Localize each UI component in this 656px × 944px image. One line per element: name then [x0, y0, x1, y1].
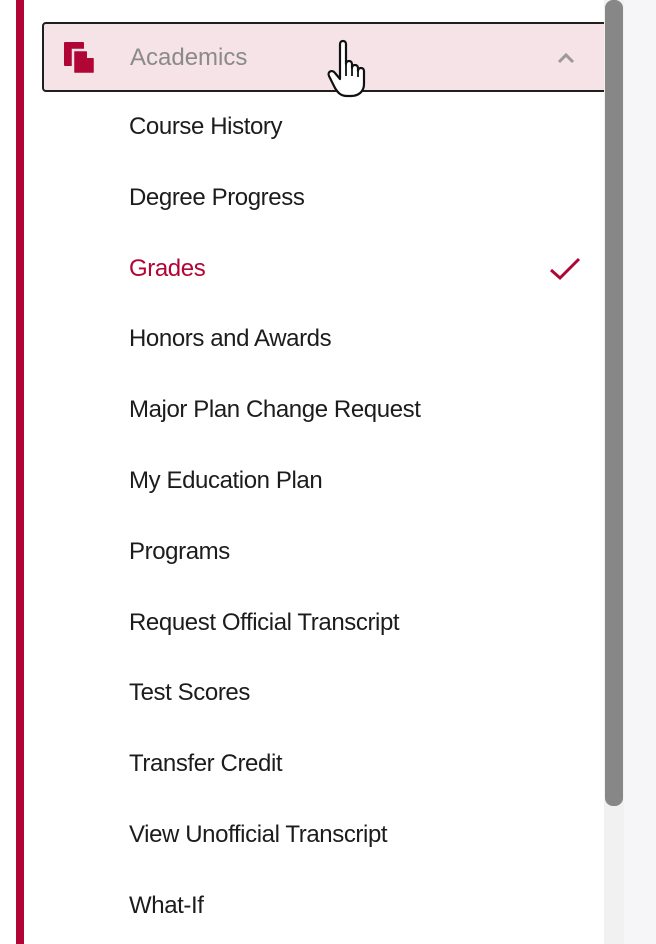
- documents-icon: [64, 42, 97, 76]
- menu-item-label: Transfer Credit: [129, 750, 283, 778]
- menu-item-honors-and-awards[interactable]: Honors and Awards: [40, 304, 600, 375]
- menu-item-label: Degree Progress: [129, 183, 305, 211]
- menu-item-programs[interactable]: Programs: [40, 517, 600, 588]
- menu-item-transfer-credit[interactable]: Transfer Credit: [40, 729, 600, 800]
- scrollbar-thumb[interactable]: [605, 0, 623, 806]
- menu-item-course-history[interactable]: Course History: [40, 92, 600, 163]
- menu-item-label: Honors and Awards: [129, 325, 332, 353]
- checkmark-icon: [550, 257, 581, 280]
- menu-item-test-scores[interactable]: Test Scores: [40, 658, 600, 729]
- menu-item-request-official-transcript[interactable]: Request Official Transcript: [40, 588, 600, 659]
- menu-item-label: Major Plan Change Request: [129, 396, 421, 424]
- menu-item-label: My Education Plan: [129, 466, 323, 494]
- page-edge: [0, 0, 16, 944]
- menu-item-label: Programs: [129, 537, 230, 565]
- menu-item-grades[interactable]: Grades: [40, 234, 600, 305]
- menu-item-what-if[interactable]: What-If: [40, 871, 600, 942]
- chevron-up-icon[interactable]: [552, 46, 580, 70]
- academics-accordion-header[interactable]: Academics: [42, 22, 608, 92]
- menu-item-degree-progress[interactable]: Degree Progress: [40, 163, 600, 234]
- academics-label: Academics: [130, 44, 248, 71]
- hand-pointer-icon: [327, 39, 366, 98]
- menu-item-label: Request Official Transcript: [129, 608, 400, 636]
- menu-item-label: Course History: [129, 113, 283, 140]
- academics-submenu: Course History Degree Progress Grades Ho…: [40, 92, 600, 942]
- menu-item-label: Test Scores: [129, 679, 250, 707]
- menu-item-major-plan-change-request[interactable]: Major Plan Change Request: [40, 375, 600, 446]
- menu-item-label: What-If: [129, 891, 204, 919]
- menu-item-view-unofficial-transcript[interactable]: View Unofficial Transcript: [40, 800, 600, 871]
- menu-item-label: View Unofficial Transcript: [129, 820, 388, 848]
- menu-item-my-education-plan[interactable]: My Education Plan: [40, 446, 600, 517]
- menu-item-label: Grades: [129, 254, 206, 282]
